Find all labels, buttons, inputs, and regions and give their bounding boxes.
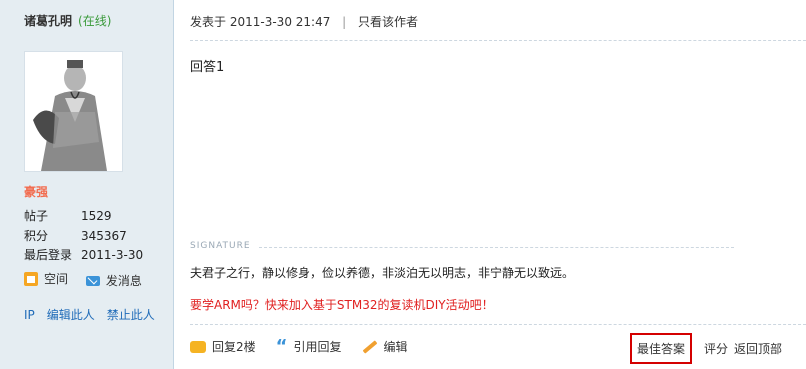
rate-button[interactable]: 评分	[704, 340, 728, 357]
only-author-link[interactable]: 只看该作者	[358, 15, 418, 29]
posted-time: 2011-3-30 21:47	[229, 15, 331, 29]
home-icon	[24, 271, 38, 286]
author-actions: 空间 发消息	[24, 270, 156, 289]
send-message-link[interactable]: 发消息	[85, 272, 142, 289]
quote-reply-button[interactable]: “ 引用回复	[275, 335, 342, 357]
meta-separator: |	[342, 15, 347, 29]
post-meta: 发表于 2011-3-30 21:47 | 只看该作者	[190, 13, 806, 30]
reply-icon	[190, 340, 206, 353]
signature-divider	[259, 247, 734, 248]
edit-user-link[interactable]: 编辑此人	[47, 308, 95, 322]
signature-text: 夫君子之行，静以修身，俭以养德，非淡泊无以明志，非宁静无以致远。	[190, 266, 575, 280]
footer-divider	[190, 324, 806, 325]
stat-points: 积分 345367	[24, 227, 127, 243]
user-rank: 豪强	[24, 185, 49, 199]
posted-prefix: 发表于	[190, 15, 227, 29]
reply-button[interactable]: 回复2楼	[190, 338, 256, 355]
ip-link[interactable]: IP	[24, 308, 35, 322]
post-body: 发表于 2011-3-30 21:47 | 只看该作者 回答1 SIGNATUR…	[174, 0, 806, 369]
online-status: (在线)	[78, 14, 112, 28]
quote-icon: “	[275, 335, 288, 357]
stat-last-login: 最后登录 2011-3-30	[24, 246, 143, 262]
back-to-top-link[interactable]: 返回顶部	[734, 340, 782, 357]
space-link[interactable]: 空间	[24, 270, 68, 287]
space-label: 空间	[44, 272, 69, 286]
stat-value: 345367	[81, 229, 127, 243]
stat-value: 1529	[81, 209, 112, 223]
pencil-icon	[362, 339, 377, 354]
avatar-image	[25, 52, 122, 171]
stat-label: 最后登录	[24, 248, 73, 262]
reply-label: 回复2楼	[212, 340, 256, 354]
send-message-label: 发消息	[105, 274, 142, 288]
promo-link[interactable]: 要学ARM吗？快来加入基于STM32的复读机DIY活动吧！	[190, 296, 494, 313]
post-right-actions: 最佳答案 评分 返回顶部	[629, 333, 782, 364]
post-content: 回答1	[190, 60, 225, 75]
edit-button[interactable]: 编辑	[362, 338, 408, 355]
author-sidebar: 诸葛孔明 (在线) 豪强 帖子 1529 积分 345367 最后登录 2011-3-3…	[0, 0, 174, 369]
author-name[interactable]: 诸葛孔明	[24, 14, 72, 28]
stat-value: 2011-3-30	[81, 248, 144, 262]
forum-post: 诸葛孔明 (在线) 豪强 帖子 1529 积分 345367 最后登录 2011-3-3…	[0, 0, 806, 369]
post-footer-actions: 回复2楼 “ 引用回复 编辑	[190, 335, 428, 357]
best-answer-button[interactable]: 最佳答案	[629, 333, 692, 364]
avatar[interactable]	[24, 51, 123, 172]
stat-label: 帖子	[24, 209, 49, 223]
stat-label: 积分	[24, 229, 49, 243]
author-header: 诸葛孔明 (在线)	[24, 12, 111, 29]
header-divider	[190, 40, 806, 41]
quote-reply-label: 引用回复	[293, 340, 342, 354]
stat-posts: 帖子 1529	[24, 207, 112, 223]
ban-user-link[interactable]: 禁止此人	[107, 308, 155, 322]
signature-label: SIGNATURE	[190, 241, 251, 251]
edit-label: 编辑	[383, 340, 408, 354]
admin-links: IP 编辑此人 禁止此人	[24, 306, 167, 323]
mail-icon	[85, 275, 100, 286]
